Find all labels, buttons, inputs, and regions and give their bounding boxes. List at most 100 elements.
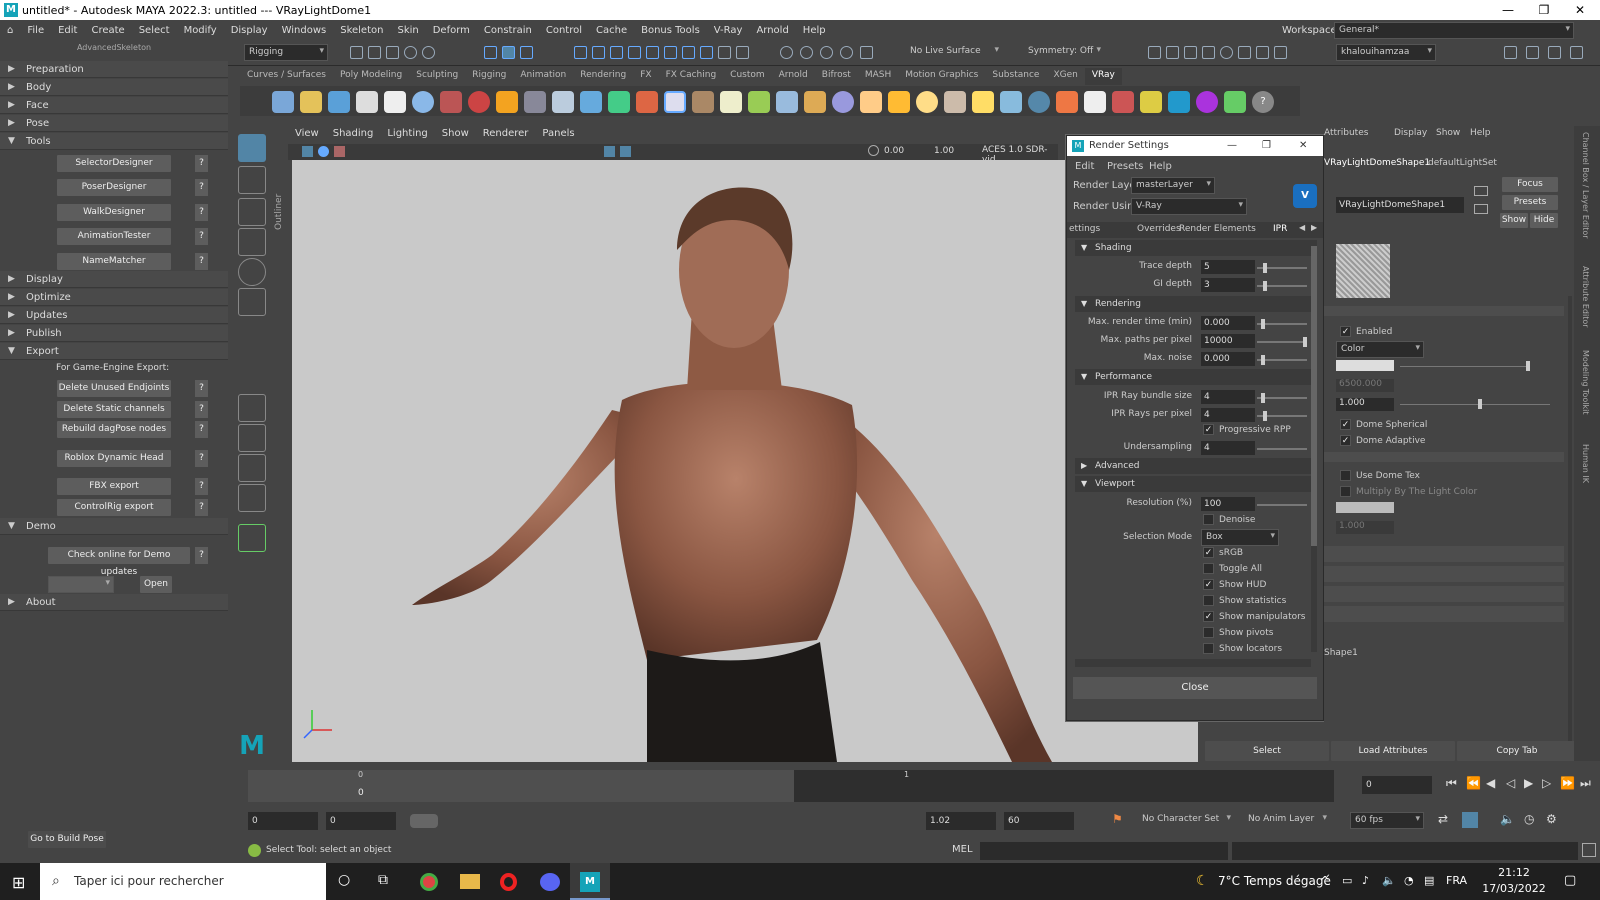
rs-menu-edit[interactable]: Edit	[1075, 161, 1094, 172]
start-time-field[interactable]: 0	[248, 812, 318, 830]
new-scene-icon[interactable]	[350, 46, 363, 59]
outliner-layout-icon[interactable]	[238, 484, 266, 512]
selector-designer-button[interactable]: SelectorDesigner	[57, 155, 171, 172]
ae-load-attributes-button[interactable]: Load Attributes	[1331, 741, 1455, 761]
ae-tex-value-field[interactable]: 1.000	[1336, 521, 1394, 534]
step-forward-key-icon[interactable]: ⏩	[1560, 776, 1575, 790]
ae-show-button[interactable]: Show	[1500, 213, 1528, 228]
shelf-tab-substance[interactable]: Substance	[985, 68, 1046, 85]
ae-color-mode-dropdown[interactable]: Color	[1336, 341, 1424, 358]
anim-settings-icon[interactable]: ⚙	[1546, 812, 1557, 826]
snap-grid-icon[interactable]	[574, 46, 587, 59]
ae-menu-attributes[interactable]: Attributes	[1324, 128, 1368, 138]
ae-collapsed-section[interactable]	[1324, 586, 1564, 602]
vray-render-icon[interactable]	[300, 91, 322, 113]
vp-menu-renderer[interactable]: Renderer	[476, 126, 536, 144]
ae-tab-node[interactable]: VRayLightDomeShape1	[1324, 158, 1430, 168]
vray-chaos-icon[interactable]	[1196, 91, 1218, 113]
rs-tab-scroll-left-icon[interactable]: ◀	[1299, 223, 1305, 232]
help-button[interactable]: ?	[195, 499, 208, 516]
vray-light-mtl-icon[interactable]	[440, 91, 462, 113]
max-paths-field[interactable]: 10000	[1201, 334, 1255, 348]
script-editor-icon[interactable]	[1582, 843, 1596, 857]
section-export[interactable]: Export	[0, 343, 228, 360]
maximize-button[interactable]: ❐	[1526, 0, 1562, 20]
menu-file[interactable]: File	[20, 25, 51, 36]
ipr-rays-knob[interactable]	[1263, 411, 1267, 421]
section-publish[interactable]: Publish	[0, 325, 228, 342]
section-pose[interactable]: Pose	[0, 115, 228, 132]
rs-close-button[interactable]: ✕	[1299, 136, 1307, 156]
toggle-all-checkbox[interactable]	[1203, 563, 1214, 574]
tray-volume-icon[interactable]: 🔈	[1382, 874, 1396, 887]
vray-light-rect-icon[interactable]	[636, 91, 658, 113]
snap-center-icon[interactable]	[664, 46, 677, 59]
help-button[interactable]: ?	[195, 204, 208, 221]
max-noise-field[interactable]: 0.000	[1201, 352, 1255, 366]
shelf-tab-rendering[interactable]: Rendering	[573, 68, 633, 85]
select-tool-icon[interactable]	[238, 134, 266, 162]
shelf-tab-fx[interactable]: FX	[633, 68, 658, 85]
ae-focus-icon[interactable]	[1474, 186, 1488, 196]
smooth-shade-icon[interactable]	[620, 146, 631, 157]
menu-control[interactable]: Control	[539, 25, 589, 36]
section-updates[interactable]: Updates	[0, 307, 228, 324]
menu-cache[interactable]: Cache	[589, 25, 634, 36]
ipr-render-icon[interactable]	[1184, 46, 1197, 59]
modeling-toolkit-tab[interactable]: Modeling Toolkit	[1581, 350, 1590, 414]
max-noise-knob[interactable]	[1261, 355, 1265, 365]
anim-end-field[interactable]: 1.02	[926, 812, 996, 830]
language-indicator[interactable]: FRA	[1446, 874, 1467, 887]
ae-temperature-field[interactable]: 6500.000	[1336, 379, 1394, 392]
shelf-tab-sculpting[interactable]: Sculpting	[409, 68, 465, 85]
menu-edit[interactable]: Edit	[51, 25, 84, 36]
four-view-layout-icon[interactable]	[238, 424, 266, 452]
trace-depth-field[interactable]: 5	[1201, 260, 1255, 274]
go-to-end-icon[interactable]: ⏭	[1580, 776, 1591, 791]
step-forward-frame-icon[interactable]: ▷	[1542, 776, 1551, 790]
help-button[interactable]: ?	[195, 253, 208, 270]
menu-create[interactable]: Create	[84, 25, 131, 36]
open-scene-icon[interactable]	[368, 46, 381, 59]
fbx-export-button[interactable]: FBX export	[57, 478, 171, 495]
ae-focus-button[interactable]: Focus	[1502, 177, 1558, 192]
time-slider[interactable]: 0 1 0 0 ⏮ ⏪ ◀ ◁ ▶ ▷ ⏩ ⏭	[240, 766, 1600, 806]
shelf-tab-mash[interactable]: MASH	[858, 68, 898, 85]
render-settings-icon[interactable]	[1202, 46, 1215, 59]
shelf-tab-fx-caching[interactable]: FX Caching	[659, 68, 724, 85]
vray-environment-icon[interactable]	[1000, 91, 1022, 113]
show-locators-checkbox[interactable]	[1203, 643, 1214, 654]
ae-select-button[interactable]: Select	[1205, 741, 1329, 761]
ae-collapsed-section[interactable]	[1324, 566, 1564, 582]
shelf-tab-bifrost[interactable]: Bifrost	[815, 68, 858, 85]
current-frame-field[interactable]: 0	[1362, 776, 1432, 794]
tool-settings-icon[interactable]	[1548, 46, 1561, 59]
menu-modify[interactable]: Modify	[177, 25, 224, 36]
section-preparation[interactable]: Preparation	[0, 61, 228, 78]
task-view-icon[interactable]: ⧉	[378, 872, 388, 888]
snap-curve-icon[interactable]	[592, 46, 605, 59]
name-matcher-button[interactable]: NameMatcher	[57, 253, 171, 270]
vray-colors-icon[interactable]	[1224, 91, 1246, 113]
rs-maximize-button[interactable]: ❐	[1262, 136, 1271, 156]
tray-network-icon[interactable]: ▤	[1424, 874, 1434, 887]
ae-collapsed-section[interactable]	[1324, 606, 1564, 622]
lasso-tool-icon[interactable]	[238, 166, 266, 194]
two-view-layout-icon[interactable]	[238, 454, 266, 482]
ae-tab-lightset[interactable]: defaultLightSet	[1428, 158, 1497, 168]
ae-intensity-field[interactable]: 1.000	[1336, 398, 1394, 411]
snap-point-icon[interactable]	[610, 46, 623, 59]
menu-display[interactable]: Display	[224, 25, 275, 36]
auto-key-icon[interactable]: ⚑	[1112, 812, 1123, 826]
symmetry-icon[interactable]	[840, 46, 853, 59]
vray-lamp-icon[interactable]	[888, 91, 910, 113]
play-forward-icon[interactable]: ▶	[1524, 776, 1533, 790]
select-hierarchy-icon[interactable]	[484, 46, 497, 59]
performance-section[interactable]: Performance	[1075, 369, 1311, 385]
rotate-tool-icon[interactable]	[238, 258, 266, 286]
rs-tab-common[interactable]: ettings	[1069, 224, 1100, 234]
ae-use-dome-tex-checkbox[interactable]	[1340, 470, 1351, 481]
snap-surface-icon[interactable]	[646, 46, 659, 59]
vp-menu-panels[interactable]: Panels	[535, 126, 581, 144]
shelf-tab-xgen[interactable]: XGen	[1046, 68, 1084, 85]
